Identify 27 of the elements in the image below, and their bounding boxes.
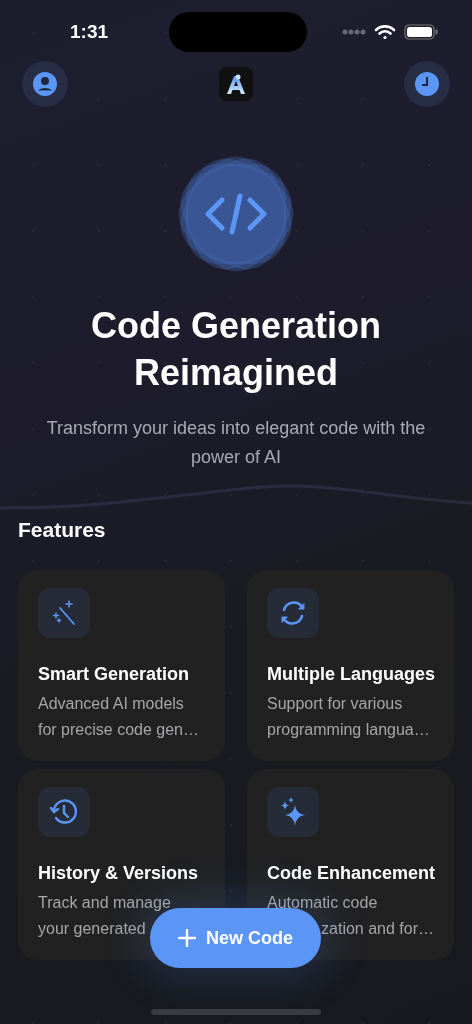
- hero-subtitle: Transform your ideas into elegant code with the power of AI: [45, 417, 427, 469]
- app-logo: [219, 67, 253, 101]
- status-time: 1:31: [70, 21, 109, 43]
- feature-title: Code Enhancement: [267, 863, 434, 884]
- history-icon: [49, 797, 79, 827]
- feature-description: zation and for…: [321, 919, 434, 939]
- history-button[interactable]: [404, 61, 450, 107]
- profile-button[interactable]: [22, 61, 68, 107]
- feature-description: Support for various: [267, 694, 403, 714]
- wifi-icon: [374, 24, 396, 40]
- feature-title: History & Versions: [38, 863, 200, 884]
- feature-description: Advanced AI models: [38, 694, 184, 714]
- feature-title: Smart Generation: [38, 664, 191, 685]
- battery-icon: [404, 24, 438, 40]
- magic-wand-icon: [50, 599, 78, 627]
- clock-icon: [414, 71, 440, 97]
- hero-title: Code Generation Reimagined: [89, 304, 382, 395]
- feature-description: for precise code gen…: [38, 720, 199, 740]
- plus-icon: [178, 929, 196, 947]
- feature-description: your generated: [38, 919, 146, 939]
- profile-icon: [32, 71, 58, 97]
- feature-card[interactable]: Multiple Languages Support for various programming langua…: [247, 570, 454, 761]
- signal-icon: [342, 29, 366, 35]
- feature-card[interactable]: Smart Generation Advanced AI models for precise code gen…: [18, 570, 225, 761]
- section-heading: Features: [18, 518, 107, 542]
- feature-title: Multiple Languages: [267, 664, 434, 685]
- feature-description: programming langua…: [267, 720, 430, 740]
